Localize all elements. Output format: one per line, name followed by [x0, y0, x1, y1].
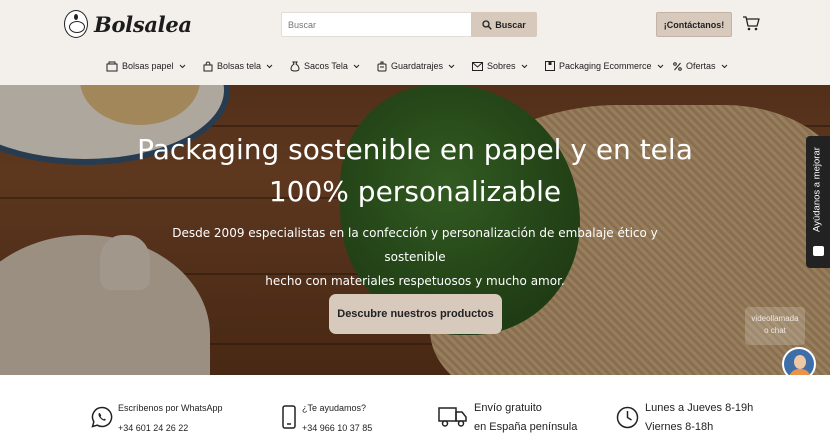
feature-title: Envío gratuito [474, 402, 542, 414]
search-button-label: Buscar [495, 19, 526, 30]
features-strip: Escríbenos por WhatsApp +34 601 24 26 22… [0, 375, 830, 435]
nav-item-packaging-ecommerce[interactable]: Packaging Ecommerce [545, 58, 664, 74]
nav-item-ofertas[interactable]: Ofertas [673, 58, 728, 74]
feature-detail: +34 966 10 37 85 [302, 423, 373, 433]
bag-icon [106, 61, 118, 72]
brand-logo[interactable]: Bolsalea [64, 10, 192, 38]
search-button[interactable]: Buscar [471, 12, 537, 37]
feature-title: Escríbenos por WhatsApp [118, 403, 223, 413]
video-chat-label: videollamada [751, 314, 799, 323]
box-icon [545, 61, 555, 71]
hero-title: Packaging sostenible en papel y en tela … [115, 129, 715, 213]
video-chat-widget[interactable]: videollamada o chat [745, 307, 805, 345]
percent-icon [673, 61, 682, 71]
search-icon [482, 19, 493, 30]
garment-icon [377, 61, 387, 72]
hero-banner: Packaging sostenible en papel y en tela … [0, 85, 830, 375]
nav-label: Sacos Tela [304, 61, 348, 71]
chevron-down-icon [657, 64, 664, 69]
hero-subtitle-line: hecho con materiales respetuosos y mucho… [265, 274, 565, 288]
nav-label: Bolsas tela [217, 61, 262, 71]
feature-phone[interactable]: ¿Te ayudamos? +34 966 10 37 85 [282, 375, 412, 435]
avatar-face [794, 355, 806, 369]
feature-title: ¿Te ayudamos? [302, 403, 367, 413]
feature-shipping: Envío gratuito en España península [438, 375, 588, 435]
nav-label: Packaging Ecommerce [559, 61, 652, 71]
nav-label: Ofertas [686, 61, 716, 71]
nav-item-sacos-tela[interactable]: Sacos Tela [290, 58, 360, 74]
chevron-down-icon [448, 64, 455, 69]
truck-icon [438, 407, 467, 427]
clock-icon [616, 406, 639, 429]
chevron-down-icon [353, 64, 360, 69]
chevron-down-icon [521, 64, 528, 69]
contact-button[interactable]: ¡Contáctanos! [656, 12, 732, 37]
hero-title-line: 100% personalizable [268, 175, 562, 208]
hero-title-line: Packaging sostenible en papel y en tela [137, 133, 693, 166]
envelope-icon [472, 61, 483, 71]
hero-subtitle: Desde 2009 especialistas en la confecció… [150, 221, 680, 293]
site-header: Bolsalea Buscar ¡Contáctanos! Bolsas pap… [0, 0, 830, 85]
chevron-down-icon [266, 64, 273, 69]
nav-item-guardatrajes[interactable]: Guardatrajes [377, 58, 455, 74]
nav-item-bolsas-papel[interactable]: Bolsas papel [106, 58, 186, 74]
cart-icon[interactable] [742, 15, 760, 31]
feedback-label: Ayúdanos a mejorar [811, 147, 823, 232]
nav-label: Bolsas papel [122, 61, 174, 71]
feature-title: Lunes a Jueves 8-19h [645, 402, 754, 414]
comment-icon [813, 246, 824, 256]
discover-products-button[interactable]: Descubre nuestros productos [329, 294, 502, 334]
nav-label: Sobres [487, 61, 516, 71]
feature-whatsapp[interactable]: Escríbenos por WhatsApp +34 601 24 26 22 [91, 375, 241, 435]
chevron-down-icon [721, 64, 728, 69]
chevron-down-icon [179, 64, 186, 69]
sack-icon [290, 61, 300, 72]
tote-icon [203, 60, 213, 72]
logo-icon [64, 10, 88, 38]
feature-hours: Lunes a Jueves 8-19h Viernes 8-18h [616, 375, 766, 435]
nav-item-bolsas-tela[interactable]: Bolsas tela [203, 58, 273, 74]
nav-item-sobres[interactable]: Sobres [472, 58, 528, 74]
whatsapp-icon [91, 406, 113, 428]
feature-detail: Viernes 8-18h [645, 421, 714, 433]
feature-detail: +34 601 24 26 22 [118, 423, 189, 433]
logo-text: Bolsalea [94, 11, 192, 37]
hero-subtitle-line: Desde 2009 especialistas en la confecció… [172, 226, 658, 264]
feature-detail: en España península [474, 421, 578, 433]
phone-icon [282, 405, 296, 429]
search-bar: Buscar [281, 12, 537, 37]
main-nav: Bolsas papel Bolsas tela Sacos Tela Guar… [0, 58, 830, 76]
search-input[interactable] [281, 12, 471, 37]
nav-label: Guardatrajes [391, 61, 444, 71]
feedback-tab[interactable]: Ayúdanos a mejorar [806, 136, 830, 268]
video-chat-label: o chat [764, 326, 786, 335]
